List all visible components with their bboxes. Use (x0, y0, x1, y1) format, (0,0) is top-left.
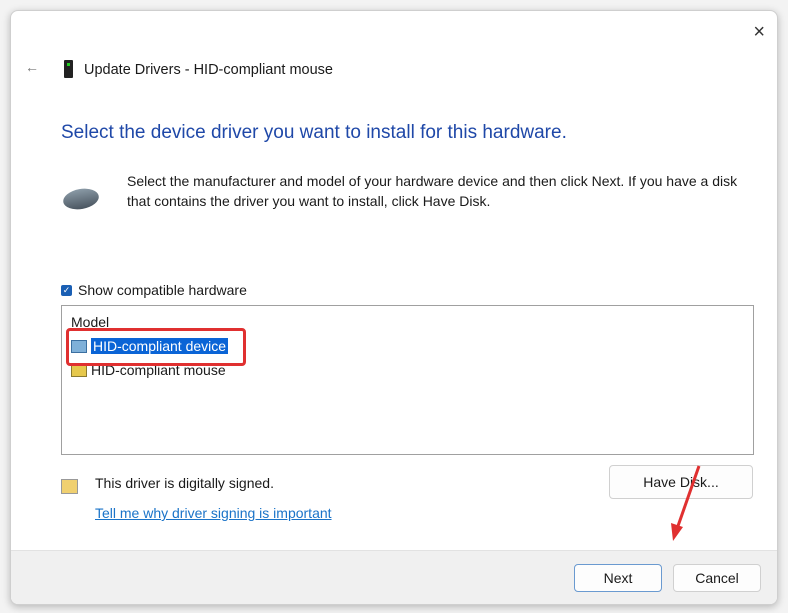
red-arrow-annotation (671, 465, 701, 541)
update-drivers-dialog: × ← Update Drivers - HID-compliant mouse… (10, 10, 778, 605)
